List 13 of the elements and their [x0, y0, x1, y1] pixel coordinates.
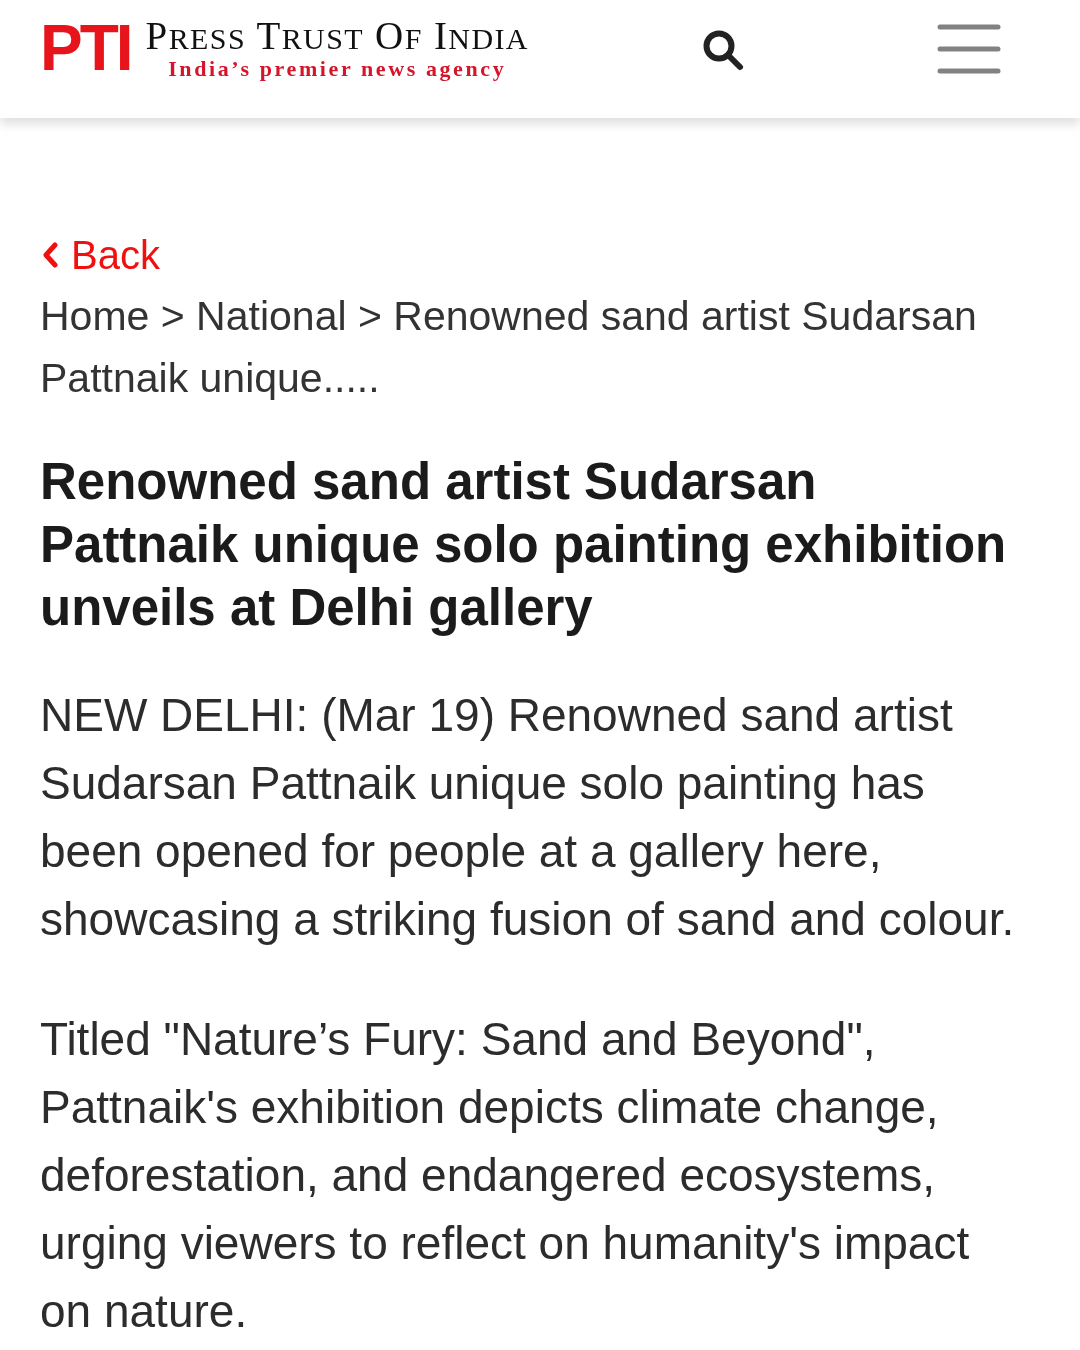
brand-name: PRESS TRUST OF INDIA: [145, 18, 529, 57]
breadcrumb: Home > National > Renowned sand artist Sudarsan Pattnaik unique.....: [40, 292, 978, 403]
breadcrumb-link[interactable]: Home: [40, 293, 150, 339]
chevron-left-icon: [42, 242, 58, 268]
article-paragraph: Titled "Nature’s Fury: Sand and Beyond", Pattnaik's exhibition depicts climate change, deforestation, and endangered ecosystems, urging viewers to reflect on humanity's impact on nature.: [40, 1012, 971, 1339]
brand-tagline: India’s premier news agency: [168, 57, 507, 81]
breadcrumb-link[interactable]: National: [196, 293, 347, 339]
search-icon[interactable]: [701, 28, 745, 72]
back-link[interactable]: Back: [40, 230, 160, 280]
article-title: Renowned sand artist Sudarsan Pattnaik unique solo painting exhibition unveils at Delhi gallery: [40, 452, 1008, 638]
logo-mark[interactable]: PTI: [40, 16, 134, 80]
menu-icon[interactable]: [937, 24, 1001, 74]
article-paragraph: NEW DELHI: (Mar 19) Renowned sand artist Sudarsan Pattnaik unique solo painting has been opened for people at a gallery here, showcasing a striking fusion of sand and colour.: [40, 688, 1016, 947]
